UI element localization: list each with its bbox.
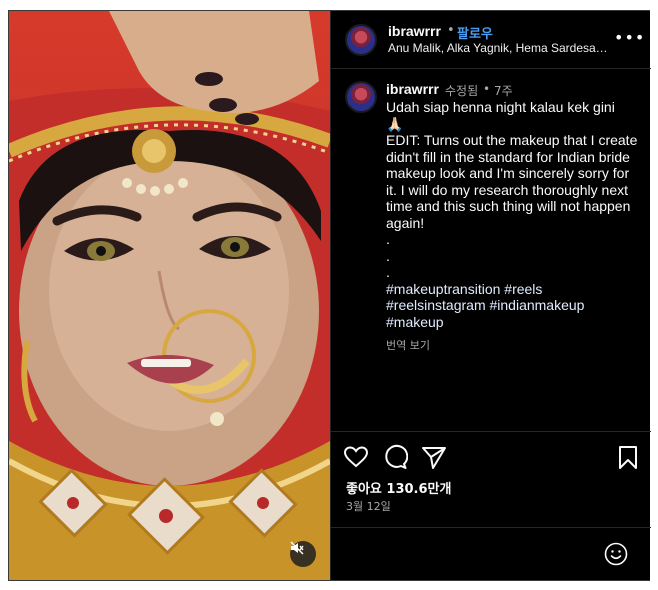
caption-line: Udah siap henna night kalau kek gini <box>386 99 615 115</box>
follow-button[interactable]: 팔로우 <box>457 23 493 42</box>
like-count[interactable]: 좋아요 130.6만개 <box>346 478 451 497</box>
post-side-panel: ibrawrrr • 팔로우 Anu Malik, Alka Yagnik, H… <box>330 11 651 580</box>
post-media[interactable] <box>9 11 330 580</box>
caption-dot-line: . <box>386 247 390 264</box>
bride-makeup-video-frame <box>9 11 330 580</box>
more-options-icon[interactable]: ••• <box>614 29 644 49</box>
separator-dot: • <box>447 23 455 38</box>
post-time-ago[interactable]: 7주 <box>494 82 513 99</box>
heart-icon[interactable] <box>343 444 369 470</box>
caption-avatar[interactable] <box>345 81 377 113</box>
post-actions: 좋아요 130.6만개 3월 12일 <box>331 431 651 527</box>
post-dialog: ibrawrrr • 팔로우 Anu Malik, Alka Yagnik, H… <box>8 10 651 581</box>
bookmark-icon[interactable] <box>615 444 641 470</box>
edited-label: 수정됨 <box>445 84 479 98</box>
comment-bar <box>331 527 651 580</box>
caption-text: Udah siap henna night kalau kek gini 🙏🏻 … <box>386 99 641 330</box>
speaker-muted-icon <box>290 541 304 555</box>
caption-dot-line: . <box>386 231 390 247</box>
separator-dot: • <box>483 82 491 96</box>
caption-emoji: 🙏🏻 <box>386 115 404 132</box>
avatar[interactable] <box>345 24 377 56</box>
mute-button[interactable] <box>290 541 316 567</box>
caption: ibrawrrr 수정됨 • 7주 Udah siap henna night … <box>331 69 651 431</box>
caption-dot-line: . <box>386 264 390 280</box>
translate-link[interactable]: 번역 보기 <box>386 337 430 353</box>
caption-username[interactable]: ibrawrrr <box>386 81 439 97</box>
caption-edit-note: EDIT: Turns out the makeup that I create… <box>386 132 638 231</box>
audio-subtitle[interactable]: Anu Malik, Alka Yagnik, Hema Sardesai • … <box>388 41 608 55</box>
post-date: 3월 12일 <box>346 500 391 513</box>
smiley-icon[interactable] <box>603 541 629 567</box>
hashtags[interactable]: #makeuptransition #reels #reelsinstagram… <box>386 281 641 331</box>
header-username[interactable]: ibrawrrr <box>388 23 441 39</box>
share-icon[interactable] <box>421 444 447 470</box>
comment-icon[interactable] <box>382 444 408 470</box>
post-header: ibrawrrr • 팔로우 Anu Malik, Alka Yagnik, H… <box>331 11 651 69</box>
